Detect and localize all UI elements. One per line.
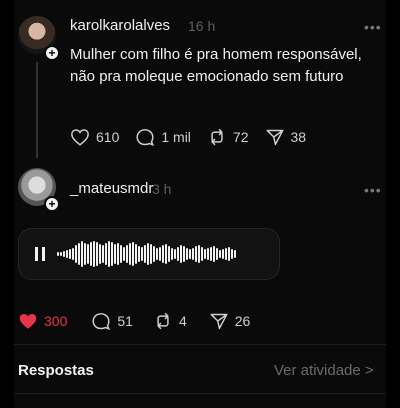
view-activity-link[interactable]: Ver atividade > <box>274 362 374 379</box>
heart-icon <box>19 314 37 329</box>
repost-icon <box>157 312 169 330</box>
pause-icon[interactable] <box>35 247 45 261</box>
follow-plus-icon[interactable]: + <box>44 196 60 212</box>
threads-post-view: + karolkarolalves 16 h ••• Mulher com fi… <box>14 0 386 408</box>
repost-count: 72 <box>232 129 249 145</box>
post-timestamp: 16 h <box>188 18 216 34</box>
post-actions: 610 1 mil 72 38 <box>70 128 322 146</box>
like-count: 610 <box>96 129 120 145</box>
share-icon <box>265 129 284 146</box>
comment-button[interactable]: 51 <box>91 312 133 330</box>
reply-more-options[interactable]: ••• <box>364 182 382 198</box>
share-button[interactable]: 26 <box>209 312 251 330</box>
post-username[interactable]: karolkarolalves <box>70 17 170 34</box>
like-count: 300 <box>44 313 68 329</box>
share-count: 38 <box>290 129 307 145</box>
share-button[interactable]: 38 <box>265 128 307 146</box>
post-more-options[interactable]: ••• <box>364 19 382 35</box>
repost-button[interactable]: 72 <box>207 128 249 146</box>
post-text: Mulher com filho é pra homem responsável… <box>70 46 362 85</box>
replies-heading: Respostas <box>18 362 94 379</box>
audio-waveform[interactable] <box>57 239 237 269</box>
bottom-divider <box>14 393 386 394</box>
repost-icon <box>211 128 223 146</box>
repost-button[interactable]: 4 <box>153 312 187 330</box>
comment-icon <box>92 313 111 330</box>
comment-count: 1 mil <box>161 129 191 145</box>
comment-icon <box>136 129 155 146</box>
follow-plus-icon[interactable]: + <box>44 45 60 61</box>
comment-count: 51 <box>117 313 133 329</box>
like-button[interactable]: 610 <box>70 128 119 146</box>
reply-timestamp: 3 h <box>152 181 172 197</box>
section-divider <box>14 344 386 345</box>
like-button-active[interactable]: 300 <box>18 312 67 330</box>
audio-message-player[interactable] <box>18 228 280 280</box>
reply-actions: 300 51 4 26 <box>18 312 266 330</box>
reply-username[interactable]: _mateusmdr <box>70 180 153 197</box>
repost-count: 4 <box>178 313 187 329</box>
heart-icon <box>71 129 89 146</box>
share-icon <box>210 313 228 330</box>
thread-connector-line <box>36 62 38 158</box>
share-count: 26 <box>234 313 251 329</box>
comment-button[interactable]: 1 mil <box>135 128 191 146</box>
